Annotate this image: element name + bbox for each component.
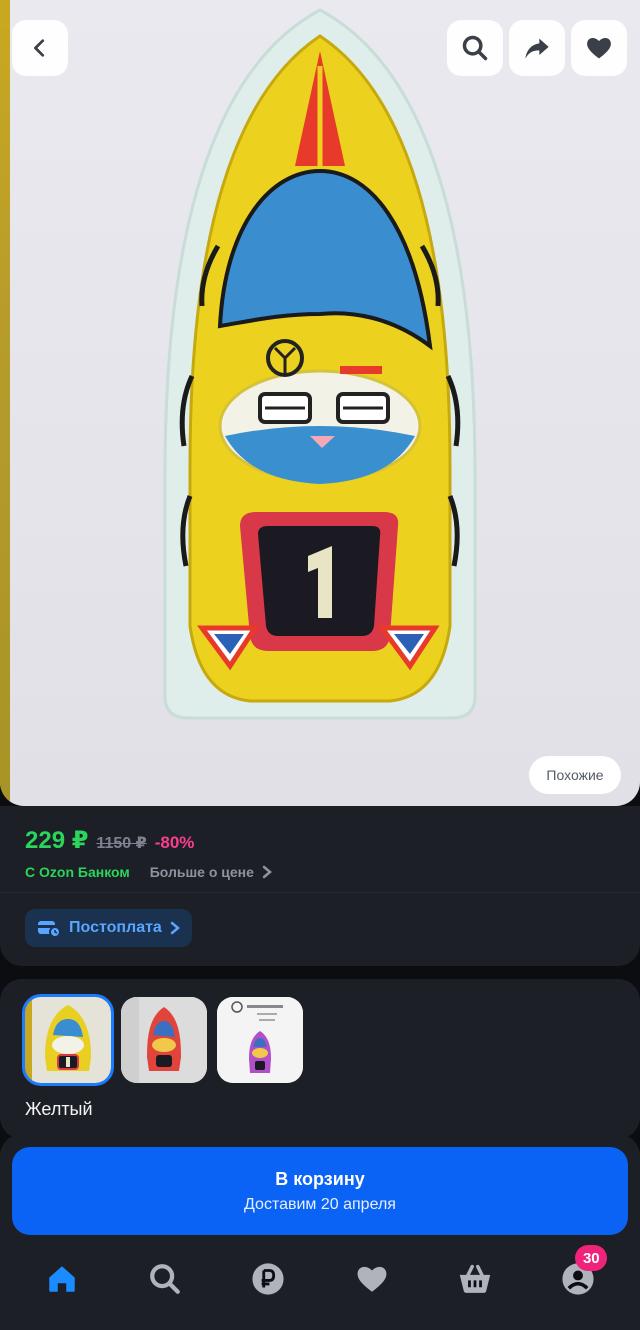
nav-finance[interactable] [243,1254,293,1304]
adjacent-photo-edge [0,0,10,806]
pink-boat-thumbnail [217,997,303,1083]
variant-thumb-red[interactable] [121,997,207,1083]
product-image-toy-boat [163,8,477,720]
current-price: 229 ₽ [25,827,89,854]
profile-notification-badge: 30 [575,1245,608,1271]
bank-price-row: С Ozon Банком Больше о цене [25,864,272,880]
yellow-boat-thumbnail [25,997,111,1083]
selected-variant-name: Желтый [25,1099,93,1119]
heart-icon [357,1266,387,1292]
chevron-right-icon [262,865,272,879]
share-arrow-icon [525,38,549,59]
variant-selector: Желтый [0,979,640,1139]
more-about-price-label: Больше о цене [149,864,254,880]
nav-search[interactable] [140,1254,190,1304]
more-about-price-link[interactable]: Больше о цене [150,864,272,880]
chevron-right-icon [170,921,180,935]
wallet-clock-icon [38,921,61,938]
product-photo-gallery[interactable]: Похожие [0,0,640,806]
search-button[interactable] [447,20,503,76]
nav-profile[interactable]: 30 [553,1245,608,1304]
share-button[interactable] [509,20,565,76]
search-icon [150,1264,180,1294]
nav-home[interactable] [37,1254,87,1304]
red-boat-thumbnail [121,997,207,1083]
bottom-navigation: 30 [0,1244,640,1314]
nav-favorites[interactable] [347,1254,397,1304]
variant-thumb-yellow[interactable] [22,994,114,1086]
heart-icon [587,38,611,59]
favorite-button[interactable] [571,20,627,76]
price-section: 229 ₽ 1150 ₽ -80% С Ozon Банком Больше о… [0,806,640,966]
add-to-cart-label: В корзину [275,1168,365,1189]
price-row: 229 ₽ 1150 ₽ -80% [25,826,194,855]
ruble-icon [252,1263,284,1295]
old-price: 1150 ₽ [96,835,147,852]
postpay-label: Постоплата [69,919,162,936]
similar-products-button[interactable]: Похожие [529,756,621,794]
add-to-cart-button[interactable]: В корзину Доставим 20 апреля [12,1147,628,1235]
nav-cart[interactable] [450,1254,500,1304]
home-icon [48,1266,75,1292]
divider [0,892,640,893]
discount-badge: -80% [154,833,195,852]
basket-icon [459,1264,491,1293]
ozon-bank-label: С Ozon Банком [25,864,130,880]
product-page: Похожие 229 ₽ 1150 ₽ -80% С Ozon Банком … [0,0,640,1330]
search-icon [462,35,488,61]
postpay-button[interactable]: Постоплата [25,909,192,947]
chevron-left-icon [34,39,45,57]
delivery-date-label: Доставим 20 апреля [244,1195,396,1213]
back-button[interactable] [12,20,68,76]
variant-thumb-pink[interactable] [217,997,303,1083]
